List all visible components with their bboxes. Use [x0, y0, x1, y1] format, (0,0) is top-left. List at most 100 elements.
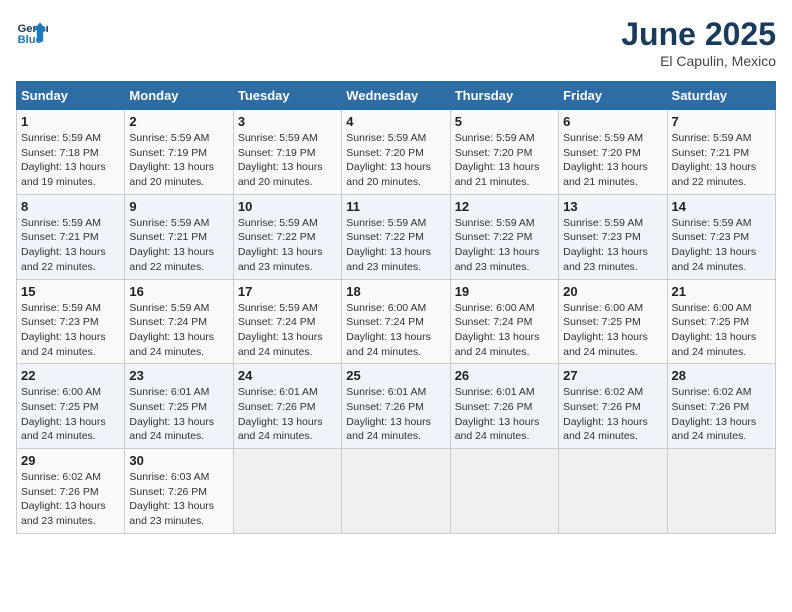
calendar-cell: 2Sunrise: 5:59 AMSunset: 7:19 PMDaylight… [125, 110, 233, 195]
day-number: 24 [238, 368, 337, 383]
day-number: 12 [455, 199, 554, 214]
calendar-cell: 16 Sunrise: 5:59 AMSunset: 7:24 PMDayligh… [125, 279, 233, 364]
calendar-title: June 2025 [621, 16, 776, 53]
day-number: 27 [563, 368, 662, 383]
calendar-cell: 12 Sunrise: 5:59 AMSunset: 7:22 PMDayligh… [450, 194, 558, 279]
calendar-cell: 7Sunrise: 5:59 AMSunset: 7:21 PMDaylight… [667, 110, 775, 195]
calendar-cell: 28 Sunrise: 6:02 AMSunset: 7:26 PMDayligh… [667, 364, 775, 449]
day-number: 28 [672, 368, 771, 383]
calendar-cell: 14Sunrise: 5:59 AMSunset: 7:23 PMDayligh… [667, 194, 775, 279]
calendar-cell: 22 Sunrise: 6:00 AMSunset: 7:25 PMDayligh… [17, 364, 125, 449]
day-number: 25 [346, 368, 445, 383]
calendar-week-row: 15 Sunrise: 5:59 AMSunset: 7:23 PMDayligh… [17, 279, 776, 364]
calendar-cell [667, 449, 775, 534]
column-header-friday: Friday [559, 82, 667, 110]
column-header-saturday: Saturday [667, 82, 775, 110]
calendar-cell: 17 Sunrise: 5:59 AMSunset: 7:24 PMDayligh… [233, 279, 341, 364]
calendar-cell: 21Sunrise: 6:00 AMSunset: 7:25 PMDayligh… [667, 279, 775, 364]
calendar-cell: 19 Sunrise: 6:00 AMSunset: 7:24 PMDayligh… [450, 279, 558, 364]
day-number: 1 [21, 114, 120, 129]
day-info: Sunrise: 5:59 AMSunset: 7:20 PMDaylight:… [563, 131, 662, 190]
day-number: 26 [455, 368, 554, 383]
day-info: Sunrise: 6:01 AMSunset: 7:26 PMDaylight:… [455, 385, 554, 444]
column-header-thursday: Thursday [450, 82, 558, 110]
day-info: Sunrise: 5:59 AMSunset: 7:21 PMDaylight:… [21, 216, 120, 275]
page-header: General Blue June 2025 El Capulin, Mexic… [16, 16, 776, 69]
day-number: 6 [563, 114, 662, 129]
calendar-week-row: 1 Sunrise: 5:59 AMSunset: 7:18 PMDaylight… [17, 110, 776, 195]
day-info: Sunrise: 5:59 AMSunset: 7:24 PMDaylight:… [129, 301, 228, 360]
column-header-tuesday: Tuesday [233, 82, 341, 110]
day-info: Sunrise: 6:00 AMSunset: 7:25 PMDaylight:… [21, 385, 120, 444]
day-number: 17 [238, 284, 337, 299]
calendar-cell [559, 449, 667, 534]
day-info: Sunrise: 5:59 AMSunset: 7:22 PMDaylight:… [346, 216, 445, 275]
day-number: 19 [455, 284, 554, 299]
day-info: Sunrise: 5:59 AMSunset: 7:24 PMDaylight:… [238, 301, 337, 360]
day-number: 18 [346, 284, 445, 299]
day-info: Sunrise: 5:59 AMSunset: 7:21 PMDaylight:… [672, 131, 771, 190]
calendar-cell [450, 449, 558, 534]
day-info: Sunrise: 6:00 AMSunset: 7:24 PMDaylight:… [455, 301, 554, 360]
day-number: 22 [21, 368, 120, 383]
calendar-cell: 8Sunrise: 5:59 AMSunset: 7:21 PMDaylight… [17, 194, 125, 279]
day-info: Sunrise: 5:59 AMSunset: 7:23 PMDaylight:… [672, 216, 771, 275]
day-info: Sunrise: 5:59 AMSunset: 7:23 PMDaylight:… [563, 216, 662, 275]
day-number: 16 [129, 284, 228, 299]
calendar-cell: 30Sunrise: 6:03 AMSunset: 7:26 PMDayligh… [125, 449, 233, 534]
calendar-header-row: SundayMondayTuesdayWednesdayThursdayFrid… [17, 82, 776, 110]
logo: General Blue [16, 16, 48, 48]
day-number: 29 [21, 453, 120, 468]
day-info: Sunrise: 5:59 AMSunset: 7:20 PMDaylight:… [346, 131, 445, 190]
calendar-cell: 20 Sunrise: 6:00 AMSunset: 7:25 PMDayligh… [559, 279, 667, 364]
calendar-cell: 25 Sunrise: 6:01 AMSunset: 7:26 PMDayligh… [342, 364, 450, 449]
day-number: 9 [129, 199, 228, 214]
calendar-cell: 15 Sunrise: 5:59 AMSunset: 7:23 PMDayligh… [17, 279, 125, 364]
calendar-cell [342, 449, 450, 534]
day-info: Sunrise: 6:02 AMSunset: 7:26 PMDaylight:… [21, 470, 120, 529]
calendar-cell: 27 Sunrise: 6:02 AMSunset: 7:26 PMDayligh… [559, 364, 667, 449]
day-info: Sunrise: 5:59 AMSunset: 7:19 PMDaylight:… [238, 131, 337, 190]
day-info: Sunrise: 6:00 AMSunset: 7:24 PMDaylight:… [346, 301, 445, 360]
day-info: Sunrise: 6:02 AMSunset: 7:26 PMDaylight:… [672, 385, 771, 444]
day-info: Sunrise: 5:59 AMSunset: 7:22 PMDaylight:… [455, 216, 554, 275]
day-info: Sunrise: 5:59 AMSunset: 7:23 PMDaylight:… [21, 301, 120, 360]
day-info: Sunrise: 6:00 AMSunset: 7:25 PMDaylight:… [563, 301, 662, 360]
calendar-cell: 6 Sunrise: 5:59 AMSunset: 7:20 PMDaylight… [559, 110, 667, 195]
calendar-cell: 1 Sunrise: 5:59 AMSunset: 7:18 PMDaylight… [17, 110, 125, 195]
column-header-monday: Monday [125, 82, 233, 110]
day-info: Sunrise: 6:02 AMSunset: 7:26 PMDaylight:… [563, 385, 662, 444]
calendar-cell: 18 Sunrise: 6:00 AMSunset: 7:24 PMDayligh… [342, 279, 450, 364]
day-info: Sunrise: 5:59 AMSunset: 7:22 PMDaylight:… [238, 216, 337, 275]
calendar-table: SundayMondayTuesdayWednesdayThursdayFrid… [16, 81, 776, 534]
calendar-body: 1 Sunrise: 5:59 AMSunset: 7:18 PMDaylight… [17, 110, 776, 534]
calendar-cell: 5Sunrise: 5:59 AMSunset: 7:20 PMDaylight… [450, 110, 558, 195]
day-info: Sunrise: 5:59 AMSunset: 7:18 PMDaylight:… [21, 131, 120, 190]
day-info: Sunrise: 6:01 AMSunset: 7:26 PMDaylight:… [238, 385, 337, 444]
calendar-cell: 4Sunrise: 5:59 AMSunset: 7:20 PMDaylight… [342, 110, 450, 195]
calendar-cell [233, 449, 341, 534]
calendar-subtitle: El Capulin, Mexico [621, 53, 776, 69]
day-number: 20 [563, 284, 662, 299]
day-number: 15 [21, 284, 120, 299]
day-info: Sunrise: 6:01 AMSunset: 7:25 PMDaylight:… [129, 385, 228, 444]
day-number: 3 [238, 114, 337, 129]
day-info: Sunrise: 6:01 AMSunset: 7:26 PMDaylight:… [346, 385, 445, 444]
day-info: Sunrise: 6:03 AMSunset: 7:26 PMDaylight:… [129, 470, 228, 529]
calendar-cell: 3 Sunrise: 5:59 AMSunset: 7:19 PMDaylight… [233, 110, 341, 195]
calendar-cell: 11 Sunrise: 5:59 AMSunset: 7:22 PMDayligh… [342, 194, 450, 279]
day-number: 2 [129, 114, 228, 129]
day-info: Sunrise: 5:59 AMSunset: 7:21 PMDaylight:… [129, 216, 228, 275]
day-number: 13 [563, 199, 662, 214]
title-block: June 2025 El Capulin, Mexico [621, 16, 776, 69]
day-info: Sunrise: 6:00 AMSunset: 7:25 PMDaylight:… [672, 301, 771, 360]
day-number: 11 [346, 199, 445, 214]
column-header-wednesday: Wednesday [342, 82, 450, 110]
calendar-week-row: 8Sunrise: 5:59 AMSunset: 7:21 PMDaylight… [17, 194, 776, 279]
calendar-cell: 26 Sunrise: 6:01 AMSunset: 7:26 PMDayligh… [450, 364, 558, 449]
day-number: 10 [238, 199, 337, 214]
calendar-cell: 10 Sunrise: 5:59 AMSunset: 7:22 PMDayligh… [233, 194, 341, 279]
calendar-cell: 13 Sunrise: 5:59 AMSunset: 7:23 PMDayligh… [559, 194, 667, 279]
calendar-week-row: 22 Sunrise: 6:00 AMSunset: 7:25 PMDayligh… [17, 364, 776, 449]
calendar-cell: 9 Sunrise: 5:59 AMSunset: 7:21 PMDaylight… [125, 194, 233, 279]
